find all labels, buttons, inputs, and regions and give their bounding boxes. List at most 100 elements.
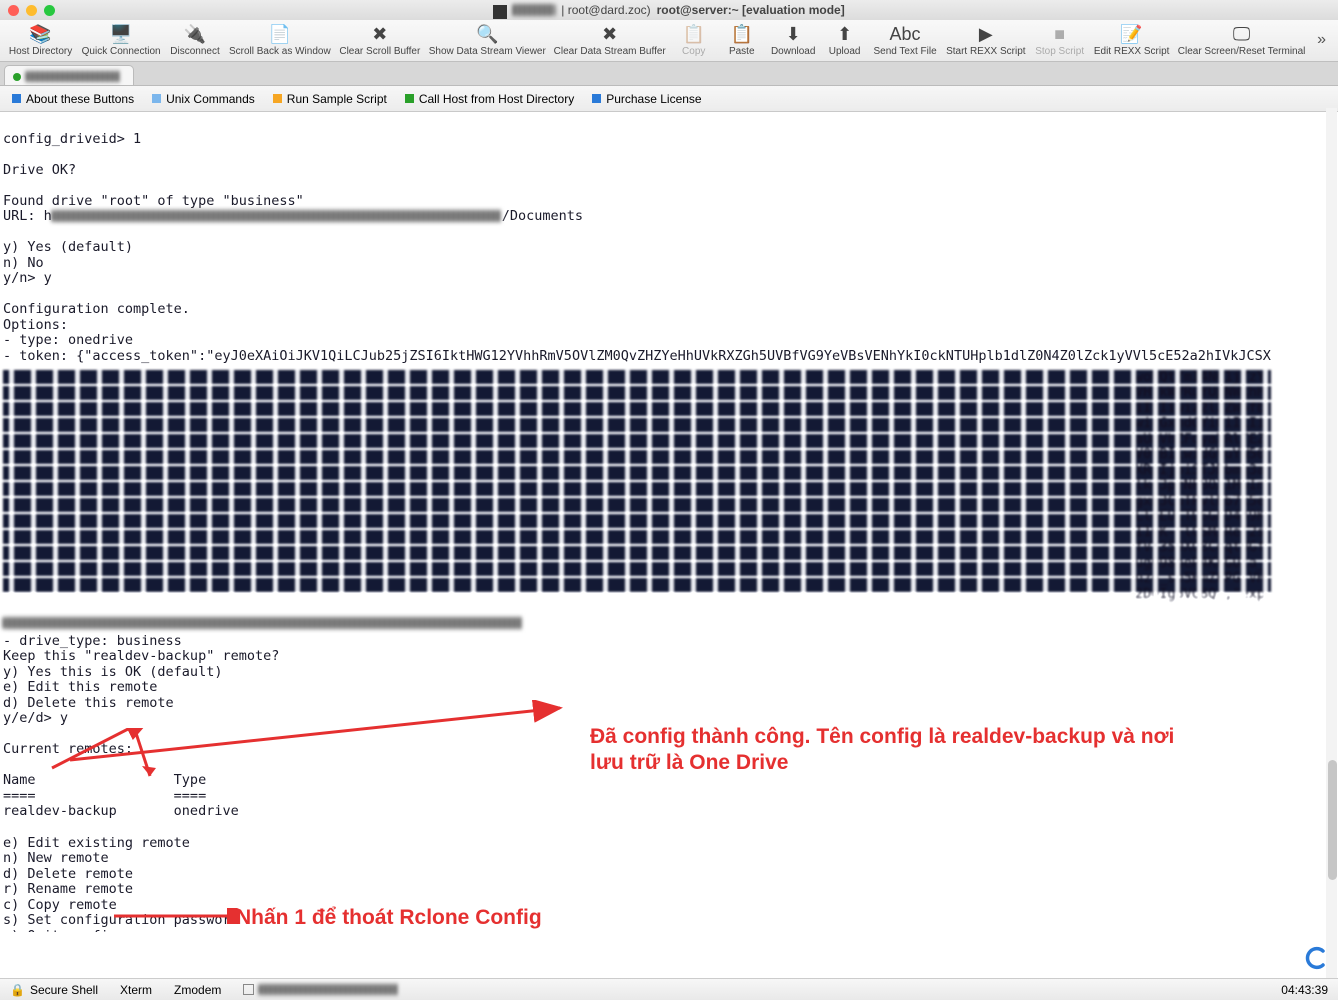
toolbar-overflow-button[interactable]: » (1309, 31, 1334, 49)
status-checkbox[interactable] (243, 984, 399, 995)
toolbar-label: Clear Scroll Buffer (339, 46, 420, 57)
redacted-line (3, 617, 523, 629)
token-fragment: nzo_sb5HmZEPG-VH (1135, 571, 1265, 587)
toolbar-label: Host Directory (9, 46, 72, 57)
terminal-line: y) Yes (default) (3, 239, 133, 255)
toolbar-label: Edit REXX Script (1094, 46, 1170, 57)
status-clock: 04:43:39 (1281, 983, 1328, 997)
toolbar-upload-button[interactable]: ⬆Upload (821, 21, 869, 59)
tabstrip (0, 62, 1338, 86)
title-text-main: root@server:~ [evaluation mode] (657, 3, 845, 17)
close-window-button[interactable] (8, 5, 19, 16)
toolbar-label: Send Text File (873, 46, 936, 57)
toolbar-download-button[interactable]: ⬇Download (766, 21, 821, 59)
bullet-icon (152, 94, 161, 103)
bullet-icon (273, 94, 282, 103)
terminal-line: e) Edit existing remote (3, 835, 190, 851)
terminal-line: config_driveid> 1 (3, 131, 141, 147)
toolbar-stop-script-button: ■Stop Script (1030, 21, 1089, 59)
status-label: Zmodem (174, 983, 221, 997)
redacted-url (52, 210, 502, 222)
toolbar-label: Clear Data Stream Buffer (554, 46, 666, 57)
action-label: About these Buttons (26, 92, 134, 106)
tab-label-redacted (26, 71, 121, 82)
traffic-lights (8, 5, 55, 16)
toolbar-clear-screen-reset-terminal-button[interactable]: 🖵Clear Screen/Reset Terminal (1174, 21, 1309, 59)
maximize-window-button[interactable] (44, 5, 55, 16)
toolbar-icon: 🔌 (182, 23, 208, 45)
terminal-icon (493, 5, 507, 19)
scrollbar-thumb[interactable] (1328, 760, 1337, 880)
status-zmodem[interactable]: Zmodem (174, 983, 221, 997)
status-secure-shell[interactable]: 🔒 Secure Shell (10, 983, 98, 997)
action-label: Call Host from Host Directory (419, 92, 574, 106)
window-title: | root@dard.zoc) root@server:~ [evaluati… (0, 3, 1338, 17)
token-fragment: I1vK-FlC5MiReT2s (1135, 525, 1265, 541)
toolbar-icon: 📋 (681, 23, 707, 45)
toolbar-icon: 🖵 (1229, 23, 1255, 45)
token-fragment: lkd3prNFBOX1MwIn (1135, 478, 1265, 494)
app-logo-icon (1302, 944, 1330, 972)
toolbar-icon: Abc (892, 23, 918, 45)
toolbar-edit-rexx-script-button[interactable]: 📝Edit REXX Script (1089, 21, 1174, 59)
toolbar-label: Stop Script (1035, 46, 1084, 57)
toolbar-icon: 🔍 (474, 23, 500, 45)
token-fragment: gxb3CuTPvlEb7k5e (1135, 494, 1265, 510)
token-fragment: 2DOIg6VQ8Q","exp (1135, 587, 1265, 603)
token-fragment: woWQtYmI4NC1jYzY (1135, 370, 1265, 386)
terminal-line: n) New remote (3, 850, 109, 866)
toolbar-label: Start REXX Script (946, 46, 1025, 57)
toolbar-show-data-stream-viewer-button[interactable]: 🔍Show Data Stream Viewer (425, 21, 550, 59)
toolbar-clear-data-stream-buffer-button[interactable]: ✖Clear Data Stream Buffer (550, 21, 670, 59)
toolbar-host-directory-button[interactable]: 📚Host Directory (4, 21, 77, 59)
toolbar-start-rexx-script-button[interactable]: ▶Start REXX Script (942, 21, 1031, 59)
redacted-token-block: woWQtYmI4NC1jYzYVHlkWVRuYUpNWkhHiIxIiwiZ… (3, 370, 1271, 602)
toolbar-disconnect-button[interactable]: 🔌Disconnect (165, 21, 225, 59)
toolbar-icon: ✖ (367, 23, 393, 45)
toolbar-icon: ■ (1047, 23, 1073, 45)
token-right-edges: woWQtYmI4NC1jYzYVHlkWVRuYUpNWkhHiIxIiwiZ… (1135, 370, 1265, 603)
toolbar-icon: ✖ (597, 23, 623, 45)
toolbar-icon: 🖥️ (108, 23, 134, 45)
arrow-icon (50, 730, 170, 785)
toolbar-label: Show Data Stream Viewer (429, 46, 546, 57)
session-tab[interactable] (4, 65, 134, 85)
terminal-area[interactable]: config_driveid> 1 Drive OK? Found drive … (0, 112, 1338, 932)
token-fragment: LldEUCTD6GFD449K (1135, 509, 1265, 525)
toolbar-clear-scroll-buffer-button[interactable]: ✖Clear Scroll Buffer (335, 21, 425, 59)
action-call-host-from-host-directory[interactable]: Call Host from Host Directory (405, 92, 574, 106)
terminal-line: Keep this "realdev-backup" remote? (3, 648, 279, 664)
terminal-line: Options: (3, 317, 68, 333)
status-xterm[interactable]: Xterm (120, 983, 152, 997)
lock-icon: 🔒 (10, 983, 25, 997)
main-toolbar: 📚Host Directory🖥️Quick Connection🔌Discon… (0, 20, 1338, 62)
action-label: Unix Commands (166, 92, 255, 106)
terminal-line: Configuration complete. (3, 301, 190, 317)
toolbar-icon: 📋 (729, 23, 755, 45)
action-unix-commands[interactable]: Unix Commands (152, 92, 255, 106)
toolbar-quick-connection-button[interactable]: 🖥️Quick Connection (77, 21, 165, 59)
action-run-sample-script[interactable]: Run Sample Script (273, 92, 387, 106)
actionbar: About these Buttons Unix Commands Run Samp… (0, 86, 1338, 112)
terminal-line: realdev-backup onedrive (3, 803, 239, 819)
checkbox-icon[interactable] (243, 984, 254, 995)
action-purchase-license[interactable]: Purchase License (592, 92, 701, 106)
titlebar: | root@dard.zoc) root@server:~ [evaluati… (0, 0, 1338, 20)
toolbar-icon: 📚 (28, 23, 54, 45)
title-text-left: | root@dard.zoc) (561, 3, 650, 17)
terminal-line: e) Edit this remote (3, 679, 157, 695)
toolbar-label: Scroll Back as Window (229, 46, 331, 57)
toolbar-scroll-back-as-window-button[interactable]: 📄Scroll Back as Window (225, 21, 335, 59)
toolbar-icon: ⬆ (832, 23, 858, 45)
minimize-window-button[interactable] (26, 5, 37, 16)
status-label: Secure Shell (30, 983, 98, 997)
toolbar-send-text-file-button[interactable]: AbcSend Text File (869, 21, 942, 59)
token-fragment: aUmVhZFdyaXRlTEZ (1135, 432, 1265, 448)
action-about-these-buttons[interactable]: About these Buttons (12, 92, 134, 106)
toolbar-paste-button[interactable]: 📋Paste (718, 21, 766, 59)
action-label: Purchase License (606, 92, 701, 106)
action-label: Run Sample Script (287, 92, 387, 106)
toolbar-icon: 📄 (267, 23, 293, 45)
terminal-line: y/n> y (3, 270, 52, 286)
token-fragment: V0VBIiwidGVuYW50 (1135, 447, 1265, 463)
